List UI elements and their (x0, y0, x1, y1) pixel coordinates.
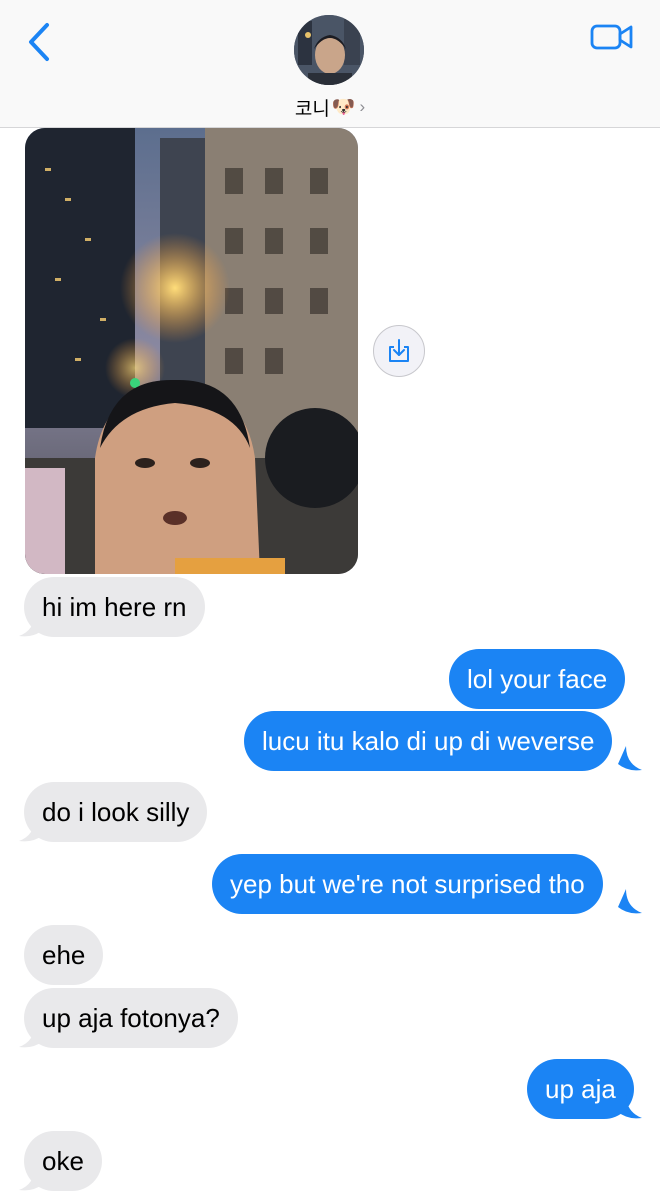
received-message-bubble[interactable]: do i look silly (24, 782, 208, 842)
sent-message-bubble[interactable]: yep but we're not surprised tho (212, 854, 603, 914)
sent-message-bubble[interactable]: lol your face (449, 649, 626, 709)
contact-name-label: 코니 (294, 98, 330, 120)
received-message-bubble[interactable]: ehe (24, 925, 104, 985)
received-message-bubble[interactable]: up aja fotonya? (24, 988, 238, 1048)
dog-emoji: 🐶 (331, 97, 356, 118)
bubble-tail (19, 1023, 43, 1048)
bubble-tail (19, 612, 43, 637)
contact-name-button[interactable]: 코니 🐶 › (0, 94, 660, 120)
sent-message-bubble[interactable]: lucu itu kalo di up di weverse (244, 711, 613, 771)
bubble-tail (618, 889, 642, 914)
bubble-tail (618, 1094, 642, 1119)
video-call-button[interactable] (588, 20, 636, 54)
bubble-tail (19, 817, 43, 842)
download-icon (389, 339, 409, 362)
received-message-bubble[interactable]: hi im here rn (24, 577, 205, 637)
chevron-left-icon (29, 23, 49, 61)
save-photo-button[interactable] (373, 325, 425, 377)
bubble-tail (19, 1166, 43, 1191)
video-camera-icon (590, 24, 633, 50)
contact-avatar[interactable] (294, 15, 364, 85)
bubble-tail (618, 746, 642, 771)
chevron-right-icon: › (359, 97, 366, 116)
conversation-header: 코니 🐶 › (0, 0, 660, 128)
back-button[interactable] (22, 20, 56, 64)
received-photo[interactable] (25, 128, 358, 574)
